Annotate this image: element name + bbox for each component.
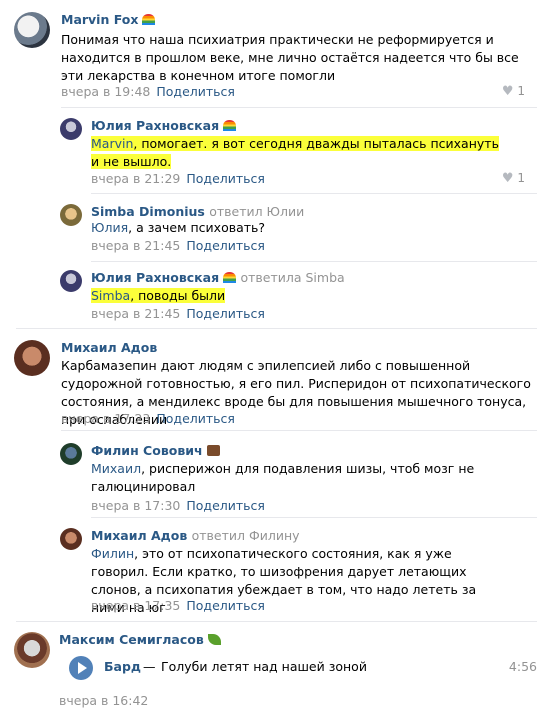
comment-time[interactable]: вчера в 17:30 — [91, 498, 180, 513]
avatar[interactable] — [60, 204, 82, 226]
comment-time[interactable]: вчера в 16:42 — [59, 693, 148, 708]
comment-author[interactable]: Юлия Рахновская — [91, 118, 237, 133]
play-icon[interactable] — [69, 656, 93, 680]
comment: Максим Семигласов Бард — Голуби летят на… — [0, 622, 553, 708]
mention-link[interactable]: Филин — [91, 546, 134, 561]
comment-meta: вчера в 21:45 Поделиться — [91, 238, 265, 253]
comment-time[interactable]: вчера в 17:23 — [61, 411, 150, 426]
comment-text: Юлия, а зачем психовать? — [91, 220, 266, 235]
comment-time[interactable]: вчера в 21:45 — [91, 238, 180, 253]
comment-reply: Юлия Рахновская ответила Simba Simba, по… — [0, 262, 553, 330]
comment-text: Marvin, помогает. я вот сегодня дважды п… — [91, 136, 499, 169]
comment-text: Понимая что наша психиатрия практически … — [61, 32, 519, 83]
comment-author[interactable]: Simba Dimonius ответил Юлии — [91, 204, 304, 219]
share-link[interactable]: Поделиться — [186, 238, 265, 253]
replied-to[interactable]: ответил Филину — [192, 528, 300, 543]
audio-title[interactable]: Голуби летят над нашей зоной — [161, 659, 367, 674]
share-link[interactable]: Поделиться — [156, 84, 235, 99]
comment-time[interactable]: вчера в 21:45 — [91, 306, 180, 321]
rainbow-icon — [142, 14, 156, 25]
comment-reply: Михаил Адов ответил Филину Филин, это от… — [0, 518, 553, 621]
comment-text: Михаил, рисперижон для подавления шизы, … — [91, 461, 475, 494]
comment-author[interactable]: Marvin Fox — [61, 12, 156, 27]
comment-meta: вчера в 17:35 Поделиться — [91, 598, 265, 613]
mention-link[interactable]: Simba — [91, 288, 130, 303]
share-link[interactable]: Поделиться — [186, 306, 265, 321]
audio-dash: — — [143, 659, 156, 674]
comment-meta: вчера в 21:29 Поделиться — [91, 171, 265, 186]
rainbow-icon — [223, 272, 237, 283]
like-button[interactable]: ♥ 1 — [502, 84, 525, 99]
comment-time[interactable]: вчера в 19:48 — [61, 84, 150, 99]
comment-author[interactable]: Максим Семигласов — [59, 632, 221, 647]
comment-time[interactable]: вчера в 21:29 — [91, 171, 180, 186]
comment-meta: вчера в 19:48 Поделиться — [61, 84, 235, 99]
share-link[interactable]: Поделиться — [156, 411, 235, 426]
mention-link[interactable]: Михаил — [91, 461, 141, 476]
briefcase-icon — [206, 445, 220, 456]
comment-reply: Юлия Рахновская Marvin, помогает. я вот … — [0, 108, 553, 192]
audio-attachment[interactable]: Бард — Голуби летят над нашей зоной 4:56 — [57, 655, 537, 681]
avatar[interactable] — [14, 340, 50, 376]
comment-time[interactable]: вчера в 17:35 — [91, 598, 180, 613]
like-button[interactable]: ♥ 1 — [502, 171, 525, 186]
share-link[interactable]: Поделиться — [186, 598, 265, 613]
heart-icon: ♥ — [501, 171, 514, 186]
comment-author[interactable]: Михаил Адов — [61, 340, 157, 355]
heart-icon: ♥ — [501, 84, 514, 99]
replied-to[interactable]: ответила Simba — [240, 270, 344, 285]
mention-link[interactable]: Marvin — [91, 136, 133, 151]
comment-meta: вчера в 16:42 — [59, 693, 148, 708]
avatar[interactable] — [60, 118, 82, 140]
comment-reply: Simba Dimonius ответил Юлии Юлия, а заче… — [0, 194, 553, 261]
replied-to[interactable]: ответил Юлии — [209, 204, 304, 219]
comment-meta: вчера в 21:45 Поделиться — [91, 306, 265, 321]
like-count: 1 — [517, 84, 525, 98]
audio-artist[interactable]: Бард — [104, 659, 141, 674]
comment-author[interactable]: Михаил Адов ответил Филину — [91, 528, 300, 543]
avatar[interactable] — [14, 632, 50, 668]
leaf-icon — [207, 634, 221, 645]
avatar[interactable] — [60, 528, 82, 550]
comment: Marvin Fox Понимая что наша психиатрия п… — [0, 0, 553, 106]
comment-meta: вчера в 17:23 Поделиться — [61, 411, 235, 426]
comment-text: Simba, поводы были — [91, 288, 226, 303]
share-link[interactable]: Поделиться — [186, 498, 265, 513]
avatar[interactable] — [60, 443, 82, 465]
avatar[interactable] — [14, 12, 50, 48]
mention-link[interactable]: Юлия — [91, 220, 128, 235]
rainbow-icon — [223, 120, 237, 131]
like-count: 1 — [517, 171, 525, 185]
comment-author[interactable]: Юлия Рахновская ответила Simba — [91, 270, 345, 285]
share-link[interactable]: Поделиться — [186, 171, 265, 186]
comment-meta: вчера в 17:30 Поделиться — [91, 498, 265, 513]
comment-author[interactable]: Филин Совович — [91, 443, 220, 458]
avatar[interactable] — [60, 270, 82, 292]
comment-reply: Филин Совович Михаил, рисперижон для под… — [0, 431, 553, 517]
audio-duration: 4:56 — [508, 659, 537, 674]
comment: Михаил Адов Карбамазепин дают людям с эп… — [0, 329, 553, 429]
